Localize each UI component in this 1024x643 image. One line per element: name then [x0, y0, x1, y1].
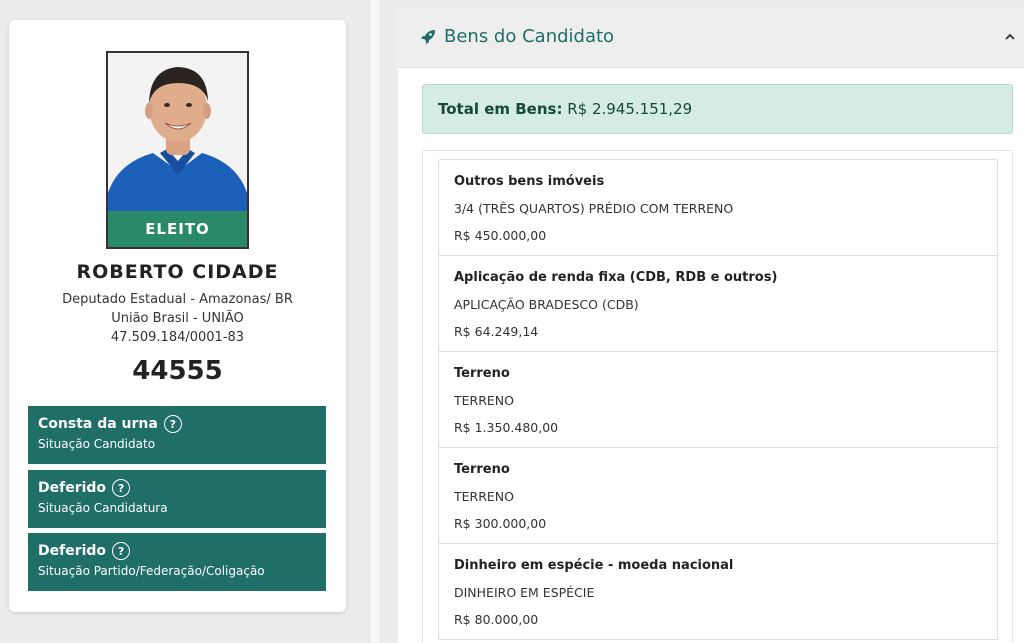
total-label: Total em Bens: [438, 100, 563, 118]
asset-description: DINHEIRO EM ESPÉCIE [454, 585, 595, 600]
asset-value: R$ 80.000,00 [454, 612, 539, 627]
status-subtitle: Situação Partido/Federação/Coligação [38, 564, 265, 578]
asset-description: TERRENO [454, 489, 514, 504]
candidate-party: União Brasil - UNIÃO [111, 311, 244, 326]
status-title: Deferido [38, 543, 107, 559]
column-divider [369, 0, 381, 643]
status-subtitle: Situação Candidato [38, 437, 156, 451]
list-item: Terreno TERRENO R$ 1.350.480,00 [439, 352, 997, 448]
asset-type: Terreno [454, 462, 510, 477]
asset-value: R$ 1.350.480,00 [454, 420, 559, 435]
assets-panel: Bens do Candidato Total em Bens: R$ 2.94… [398, 8, 1024, 643]
asset-description: APLICAÇÃO BRADESCO (CDB) [454, 297, 639, 312]
help-icon[interactable]: ? [112, 542, 131, 560]
status-candidacy: Deferido ? Situação Candidatura [28, 470, 326, 528]
candidate-card: ELEITO ROBERTO CIDADE Deputado Estadual … [9, 20, 346, 612]
candidate-office: Deputado Estadual - Amazonas/ BR [62, 292, 293, 307]
asset-value: R$ 450.000,00 [454, 228, 547, 243]
chevron-up-icon[interactable] [1004, 28, 1016, 47]
assets-panel-header[interactable]: Bens do Candidato [398, 8, 1024, 68]
asset-value: R$ 64.249,14 [454, 324, 539, 339]
list-item: Dinheiro em espécie - moeda nacional DIN… [439, 544, 997, 640]
list-item: Terreno TERRENO R$ 300.000,00 [439, 448, 997, 544]
assets-list: Outros bens imóveis 3/4 (TRÊS QUARTOS) P… [438, 159, 998, 640]
asset-type: Terreno [454, 366, 510, 381]
asset-type: Dinheiro em espécie - moeda nacional [454, 558, 734, 573]
total-assets-box: Total em Bens: R$ 2.945.151,29 [422, 84, 1013, 134]
candidate-photo: ELEITO [106, 51, 249, 249]
candidate-number: 44555 [132, 356, 223, 386]
status-subtitle: Situação Candidatura [38, 501, 168, 515]
asset-description: 3/4 (TRÊS QUARTOS) PRÉDIO COM TERRENO [454, 201, 734, 216]
asset-type: Outros bens imóveis [454, 174, 605, 189]
candidate-name: ROBERTO CIDADE [76, 261, 279, 283]
status-title: Deferido [38, 480, 107, 496]
panel-title: Bens do Candidato [444, 26, 615, 47]
elected-badge: ELEITO [108, 211, 247, 247]
asset-value: R$ 300.000,00 [454, 516, 547, 531]
status-title: Consta da urna [38, 416, 158, 432]
asset-type: Aplicação de renda fixa (CDB, RDB e outr… [454, 270, 778, 285]
status-candidate: Consta da urna ? Situação Candidato [28, 406, 326, 464]
assets-container: Outros bens imóveis 3/4 (TRÊS QUARTOS) P… [422, 150, 1013, 643]
status-party: Deferido ? Situação Partido/Federação/Co… [28, 533, 326, 591]
total-value: R$ 2.945.151,29 [567, 100, 693, 118]
rocket-icon [420, 29, 436, 49]
help-icon[interactable]: ? [163, 415, 182, 433]
help-icon[interactable]: ? [112, 479, 131, 497]
asset-description: TERRENO [454, 393, 514, 408]
list-item: Outros bens imóveis 3/4 (TRÊS QUARTOS) P… [439, 160, 997, 256]
list-item: Aplicação de renda fixa (CDB, RDB e outr… [439, 256, 997, 352]
candidate-cnpj: 47.509.184/0001-83 [110, 330, 245, 345]
